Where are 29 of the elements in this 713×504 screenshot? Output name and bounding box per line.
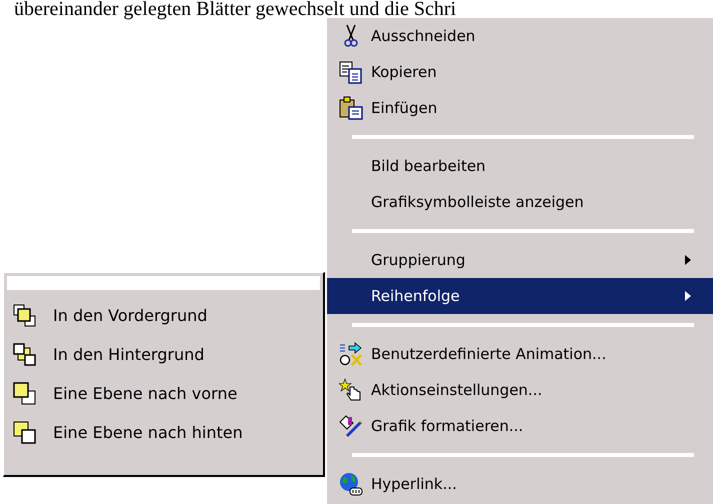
animation-icon: [339, 342, 363, 366]
square-forward-icon: [13, 382, 37, 406]
menu-item[interactable]: Grafik formatieren...: [327, 408, 713, 444]
menu-item[interactable]: Bild bearbeiten: [327, 148, 713, 184]
square-backward-icon: [13, 420, 37, 444]
document-text: übereinander gelegten Blätter gewechselt und die Schri: [13, 0, 458, 18]
menu-item[interactable]: In den Hintergrund: [7, 335, 320, 374]
menu-item[interactable]: Ausschneiden: [327, 18, 713, 54]
submenu-arrow-icon: [685, 255, 691, 265]
menu-item[interactable]: Aktionseinstellungen...: [327, 372, 713, 408]
menu-item[interactable]: Reihenfolge: [327, 278, 713, 314]
paint-brush-icon: [339, 414, 363, 438]
submenu-arrow-icon: [685, 291, 691, 301]
menu-item[interactable]: Eine Ebene nach hinten: [7, 413, 320, 452]
scissors-icon: [344, 24, 358, 48]
menu-item[interactable]: Grafiksymbolleiste anzeigen: [327, 184, 713, 220]
squares-back-icon: [13, 342, 37, 366]
menu-item[interactable]: Eine Ebene nach vorne: [7, 374, 320, 413]
menu-item[interactable]: In den Vordergrund: [7, 296, 320, 335]
clipboard-icon: [339, 96, 363, 120]
copy-icon: [339, 60, 363, 84]
menu-item[interactable]: Hyperlink...: [327, 466, 713, 502]
menu-item[interactable]: Kopieren: [327, 54, 713, 90]
menu-item[interactable]: Einfügen: [327, 90, 713, 126]
squares-front-icon: [13, 304, 37, 328]
star-hand-icon: [339, 378, 363, 402]
menu-item[interactable]: Gruppierung: [327, 242, 713, 278]
globe-icon: [339, 472, 363, 496]
menu-item[interactable]: Benutzerdefinierte Animation...: [327, 336, 713, 372]
